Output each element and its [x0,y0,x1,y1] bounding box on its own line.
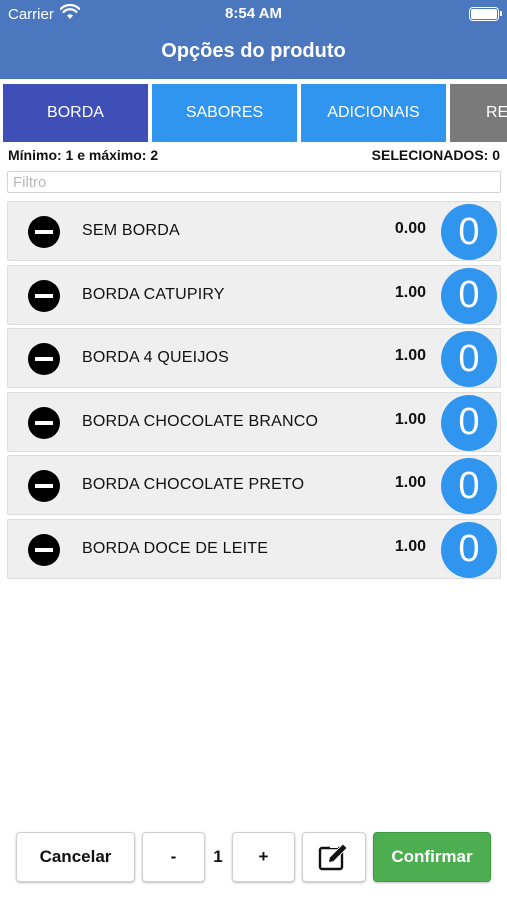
item-name: BORDA CATUPIRY [82,285,225,303]
list-item[interactable]: SEM BORDA 0.00 0 [7,201,501,261]
selection-limits: Mínimo: 1 e máximo: 2 SELECIONADOS: 0 [8,147,500,165]
item-name: SEM BORDA [82,222,180,239]
item-name: BORDA 4 QUEIJOS [82,349,230,366]
min-max-label: Mínimo: 1 e máximo: 2 [8,147,159,163]
remove-circle-icon[interactable] [28,343,60,375]
quantity-value: 1 [213,847,223,866]
action-bar: Cancelar - 1 + Confirmar [0,832,507,882]
quantity-badge[interactable]: 0 [441,394,497,451]
remove-circle-icon[interactable] [28,279,60,312]
item-price: 1.00 [394,283,426,301]
product-options-screen: Carrier 8:54 AM Opções do produto BORDA … [0,0,507,900]
item-price: 0.00 [394,220,426,237]
remove-circle-icon[interactable] [28,533,60,566]
selected-count-label: SELECIONADOS: 0 [371,147,500,163]
quantity-badge[interactable]: 0 [441,331,497,387]
list-item[interactable]: BORDA CHOCOLATE PRETO 1.00 0 [7,455,501,515]
edit-note-button[interactable] [302,832,366,882]
list-item[interactable]: BORDA CHOCOLATE BRANCO 1.00 0 [7,391,501,452]
item-name: BORDA DOCE DE LEITE [82,539,269,557]
quantity-badge[interactable]: 0 [441,204,497,260]
quantity-badge[interactable]: 0 [441,267,497,324]
filter-input[interactable] [7,171,501,193]
edit-note-icon [318,843,348,871]
tab-borda[interactable]: BORDA [3,84,148,142]
item-name: BORDA CHOCOLATE PRETO [82,476,305,493]
confirm-button[interactable]: Confirmar [373,832,491,882]
remove-circle-icon[interactable] [28,470,60,502]
item-price: 1.00 [394,537,426,555]
quantity-badge[interactable]: 0 [441,458,497,514]
item-price: 1.00 [394,347,426,364]
remove-circle-icon[interactable] [28,216,60,248]
list-item[interactable]: BORDA CATUPIRY 1.00 0 [7,264,501,325]
item-name: BORDA CHOCOLATE BRANCO [82,412,319,430]
category-tabs: BORDA SABORES ADICIONAIS RE [0,84,507,142]
cancel-button[interactable]: Cancelar [16,832,135,882]
item-price: 1.00 [394,410,426,428]
quantity-badge[interactable]: 0 [441,521,497,578]
clock: 8:54 AM [225,5,282,22]
tab-sabores[interactable]: SABORES [152,84,297,142]
list-item[interactable]: BORDA DOCE DE LEITE 1.00 0 [7,518,501,579]
increase-quantity-button[interactable]: + [232,832,295,882]
battery-icon [469,7,502,21]
remove-circle-icon[interactable] [28,406,60,439]
navigation-bar: Carrier 8:54 AM Opções do produto [0,0,507,79]
status-bar: Carrier 8:54 AM [0,0,507,30]
page-title: Opções do produto [161,40,346,62]
decrease-quantity-button[interactable]: - [142,832,205,882]
list-item[interactable]: BORDA 4 QUEIJOS 1.00 0 [7,328,501,388]
tab-partial[interactable]: RE [450,84,507,142]
tab-adicionais[interactable]: ADICIONAIS [301,84,446,142]
item-price: 1.00 [394,474,426,491]
option-list: SEM BORDA 0.00 0 BORDA CATUPIRY 1.00 0 B… [7,201,501,582]
